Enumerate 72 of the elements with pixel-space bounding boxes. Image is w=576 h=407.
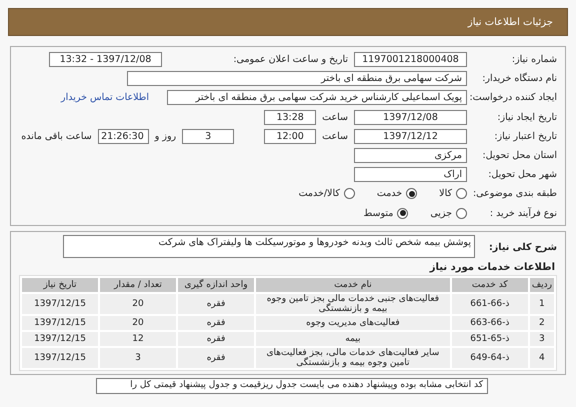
field-label: نوع فرآیند خرید : bbox=[488, 208, 558, 218]
table-cell: فقره bbox=[178, 316, 254, 330]
field-label: تاریخ اعتبار نیاز: bbox=[493, 130, 558, 142]
column-header: نام خدمت bbox=[256, 278, 450, 292]
date-time-field: 1397/12/08 - 13:32 bbox=[49, 52, 162, 67]
need-number-field: 1197001218000408 bbox=[354, 52, 467, 67]
buyer-field: شرکت سهامی برق منطقه ای باختر bbox=[127, 71, 467, 86]
requester-field: پویک اسماعیلی کارشناس خرید شرکت سهامی برق منطقه ای باختر bbox=[167, 90, 467, 106]
field-label: ساعت باقی مانده bbox=[21, 130, 92, 142]
table-cell: فقره bbox=[178, 294, 254, 314]
table-cell: بیمه bbox=[256, 332, 450, 346]
table-cell: 1 bbox=[530, 294, 554, 314]
table-cell: 20 bbox=[100, 316, 176, 330]
radio-label: کالا bbox=[439, 188, 452, 200]
time-field: 12:00 bbox=[264, 128, 316, 144]
table-cell: 1397/12/15 bbox=[22, 332, 98, 346]
table-cell: فقره bbox=[178, 348, 254, 368]
table-cell: 20 bbox=[100, 294, 176, 314]
table-cell: ذ-65-651 bbox=[452, 332, 528, 346]
radio-button[interactable] bbox=[456, 208, 467, 218]
table-cell: 3 bbox=[530, 332, 554, 346]
field-label: ساعت bbox=[322, 112, 348, 123]
field-label: روز و bbox=[154, 130, 176, 142]
field-label: استان محل تحویل: bbox=[481, 150, 558, 161]
column-header: واحد اندازه گیری bbox=[178, 278, 254, 292]
header-bar: جزئیات اطلاعات نیاز bbox=[8, 8, 568, 36]
radio-label: جزیی bbox=[430, 208, 452, 218]
description-field: پوشش بیمه شخص ثالث وبدنه خودروها و موتورسیکلت ها ولیفتراک های شرکت bbox=[62, 234, 475, 258]
table-cell: فعالیت‌های جنبی خدمات مالی بجز تامین وجوه بیمه و بازنشستگی bbox=[256, 294, 450, 314]
field-label: شهر محل تحویل: bbox=[487, 169, 558, 180]
radio-button[interactable] bbox=[344, 188, 355, 200]
radio-label: خدمت bbox=[376, 188, 402, 200]
table-cell: ذ-64-649 bbox=[452, 348, 528, 368]
table-cell: 12 bbox=[100, 332, 176, 346]
date-field: 1397/12/12 bbox=[354, 128, 467, 144]
table-cell: سایر فعالیت‌های خدمات مالی، بجز فعالیت‌های تامین وجوه بیمه و بازنشستگی bbox=[256, 348, 450, 368]
table-cell: فقره bbox=[178, 332, 254, 346]
field-label: شماره نیاز: bbox=[510, 54, 558, 65]
table-cell: 1397/12/15 bbox=[22, 294, 98, 314]
table-cell: فعالیت‌های مدیریت وجوه bbox=[256, 316, 450, 330]
field-label: طبقه بندی موضوعی: bbox=[473, 188, 558, 200]
table-cell: ذ-66-663 bbox=[452, 316, 528, 330]
time-field: 13:28 bbox=[264, 110, 316, 125]
field-label: نام دستگاه خریدار: bbox=[481, 73, 558, 84]
province-field: مرکزی bbox=[354, 148, 467, 163]
field-label: ساعت bbox=[322, 130, 348, 142]
field-label: ایجاد کننده درخواست: bbox=[473, 92, 558, 104]
field-label: تاریخ ایجاد نیاز: bbox=[496, 112, 558, 123]
city-field: اراک bbox=[354, 167, 467, 182]
radio-button[interactable] bbox=[456, 188, 467, 200]
column-header: کد خدمت bbox=[452, 278, 528, 292]
column-header: ردیف bbox=[530, 278, 554, 292]
radio-label: کالا/خدمت bbox=[298, 188, 340, 200]
field-label: تاریخ و ساعت اعلان عمومی: bbox=[232, 54, 348, 65]
table-cell: 4 bbox=[530, 348, 554, 368]
table-cell: 1397/12/15 bbox=[22, 348, 98, 368]
table-cell: 1397/12/15 bbox=[22, 316, 98, 330]
note-text: کد انتخابی مشابه بوده وپیشنهاد دهنده می بایست جدول ریزقیمت و جدول پیشنهاد قیمتی کل را bbox=[96, 378, 488, 394]
date-field: 1397/12/08 bbox=[354, 110, 467, 125]
description-label: شرح کلی نیاز: bbox=[488, 240, 557, 252]
column-header: تاریخ نیاز bbox=[22, 278, 98, 292]
section-title: اطلاعات خدمات مورد نیاز bbox=[428, 262, 555, 272]
radio-button[interactable] bbox=[397, 208, 408, 218]
buyer-contact-link[interactable]: اطلاعات تماس خریدار bbox=[60, 92, 149, 104]
table-cell: 3 bbox=[100, 348, 176, 368]
table-cell: 2 bbox=[530, 316, 554, 330]
radio-label: متوسط bbox=[363, 208, 394, 218]
remaining-time-field: 21:26:30 bbox=[98, 128, 149, 144]
table-cell: ذ-66-661 bbox=[452, 294, 528, 314]
radio-button[interactable] bbox=[406, 188, 418, 200]
column-header: تعداد / مقدار bbox=[100, 278, 176, 292]
days-field: 3 bbox=[182, 128, 234, 144]
